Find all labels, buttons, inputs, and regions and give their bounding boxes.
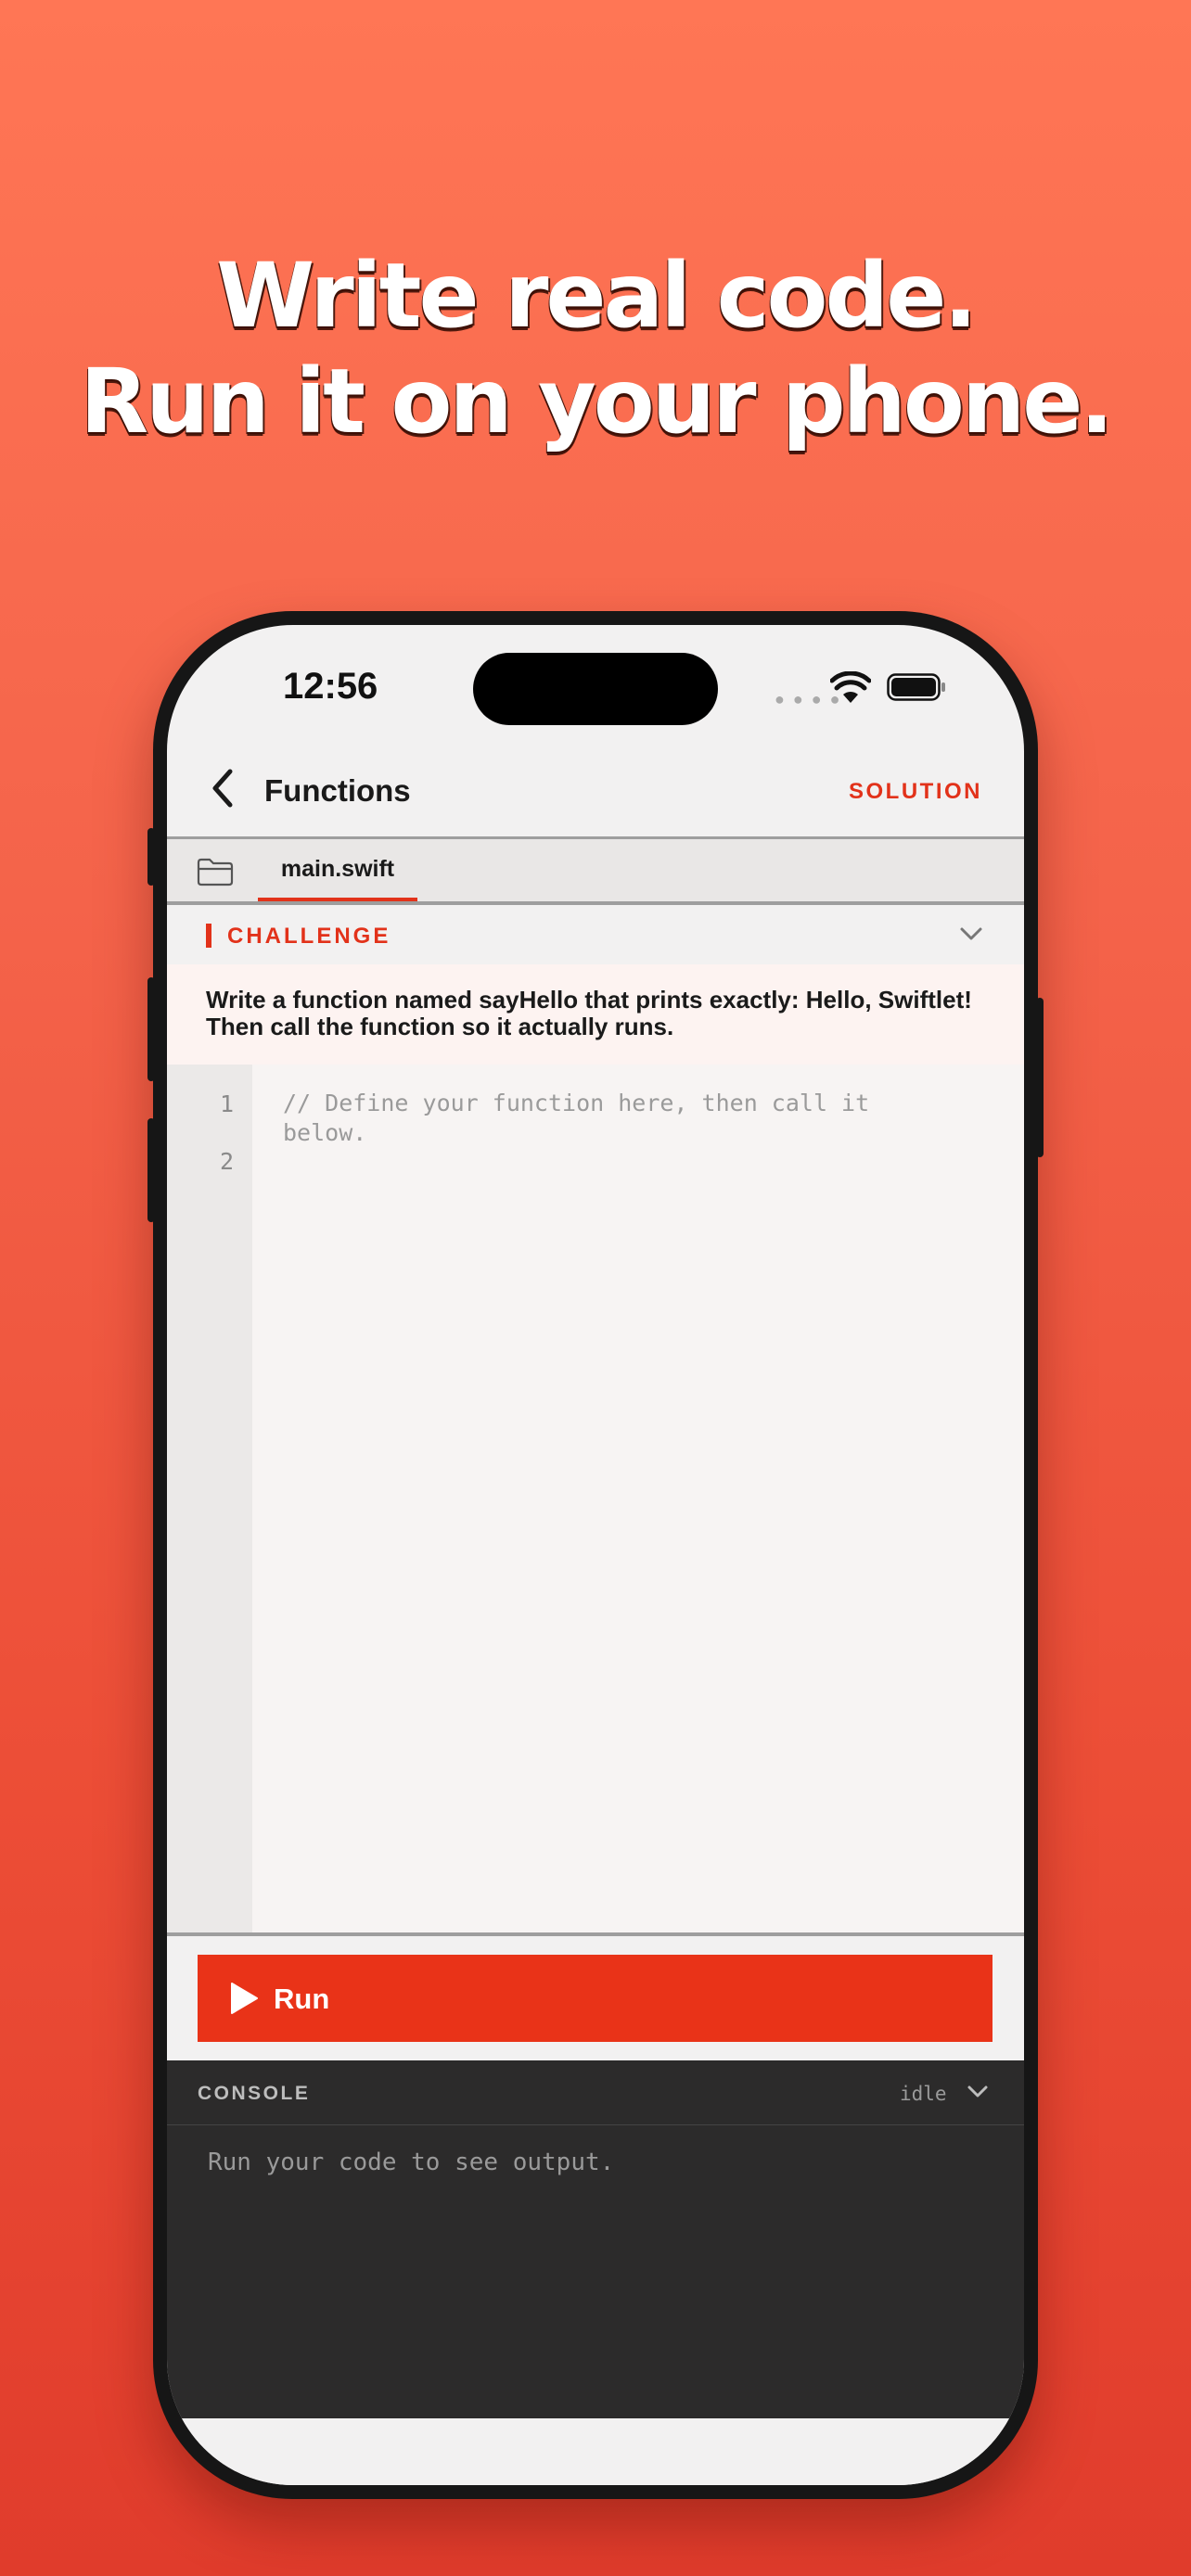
headline-line-1: Write real code. [216,244,978,348]
challenge-line-1: Write a function named sayHello that pri… [206,986,972,1014]
code-editor[interactable]: 1 2 // Define your function here, then c… [167,1065,1024,1932]
challenge-line-2: Then call the function so it actually ru… [206,1013,674,1040]
phone-side-button [1036,998,1044,1157]
chevron-down-icon[interactable] [959,925,983,942]
tab-main-swift[interactable]: main.swift [258,839,417,901]
solution-button[interactable]: SOLUTION [849,779,982,805]
file-tab-bar: main.swift [167,836,1024,905]
line-number-gutter: 1 2 [167,1065,252,1932]
phone-volume-down-button [147,1118,155,1222]
play-icon [231,1983,258,2014]
console-title: CONSOLE [198,2083,311,2104]
console-header[interactable]: CONSOLE idle [167,2060,1024,2125]
line-number: 2 [219,1148,234,1175]
challenge-header[interactable]: CHALLENGE [167,905,1024,964]
page-title: Functions [264,773,411,808]
chevron-left-icon[interactable] [204,764,241,812]
headline-line-2: Run it on your phone. [80,350,1114,453]
dynamic-island [473,653,718,725]
battery-icon [887,673,945,701]
wifi-icon [830,671,871,703]
challenge-accent-bar [206,924,211,948]
home-indicator-area [167,2418,1024,2485]
status-time: 12:56 [283,666,378,707]
console-output: Run your code to see output. [208,2149,615,2176]
run-area: Run [167,1936,1024,2060]
console-panel: CONSOLE idle Run your code to see output… [167,2060,1024,2418]
code-placeholder[interactable]: // Define your function here, then call … [283,1089,960,1148]
phone-volume-up-button [147,977,155,1081]
folder-icon[interactable] [197,857,234,886]
run-button-label: Run [274,1983,330,2015]
console-status: idle [900,2083,947,2105]
marketing-headline: Write real code. Run it on your phone. [0,243,1191,454]
chevron-down-icon[interactable] [967,2085,989,2099]
phone-screen: 12:56 ● ● ● ● Functions SOLUTION main.sw… [167,625,1024,2485]
challenge-description: Write a function named sayHello that pri… [167,964,1024,1065]
challenge-title: CHALLENGE [227,924,391,949]
run-button[interactable]: Run [198,1955,992,2042]
phone-action-button [147,828,155,886]
line-number: 1 [219,1090,234,1117]
